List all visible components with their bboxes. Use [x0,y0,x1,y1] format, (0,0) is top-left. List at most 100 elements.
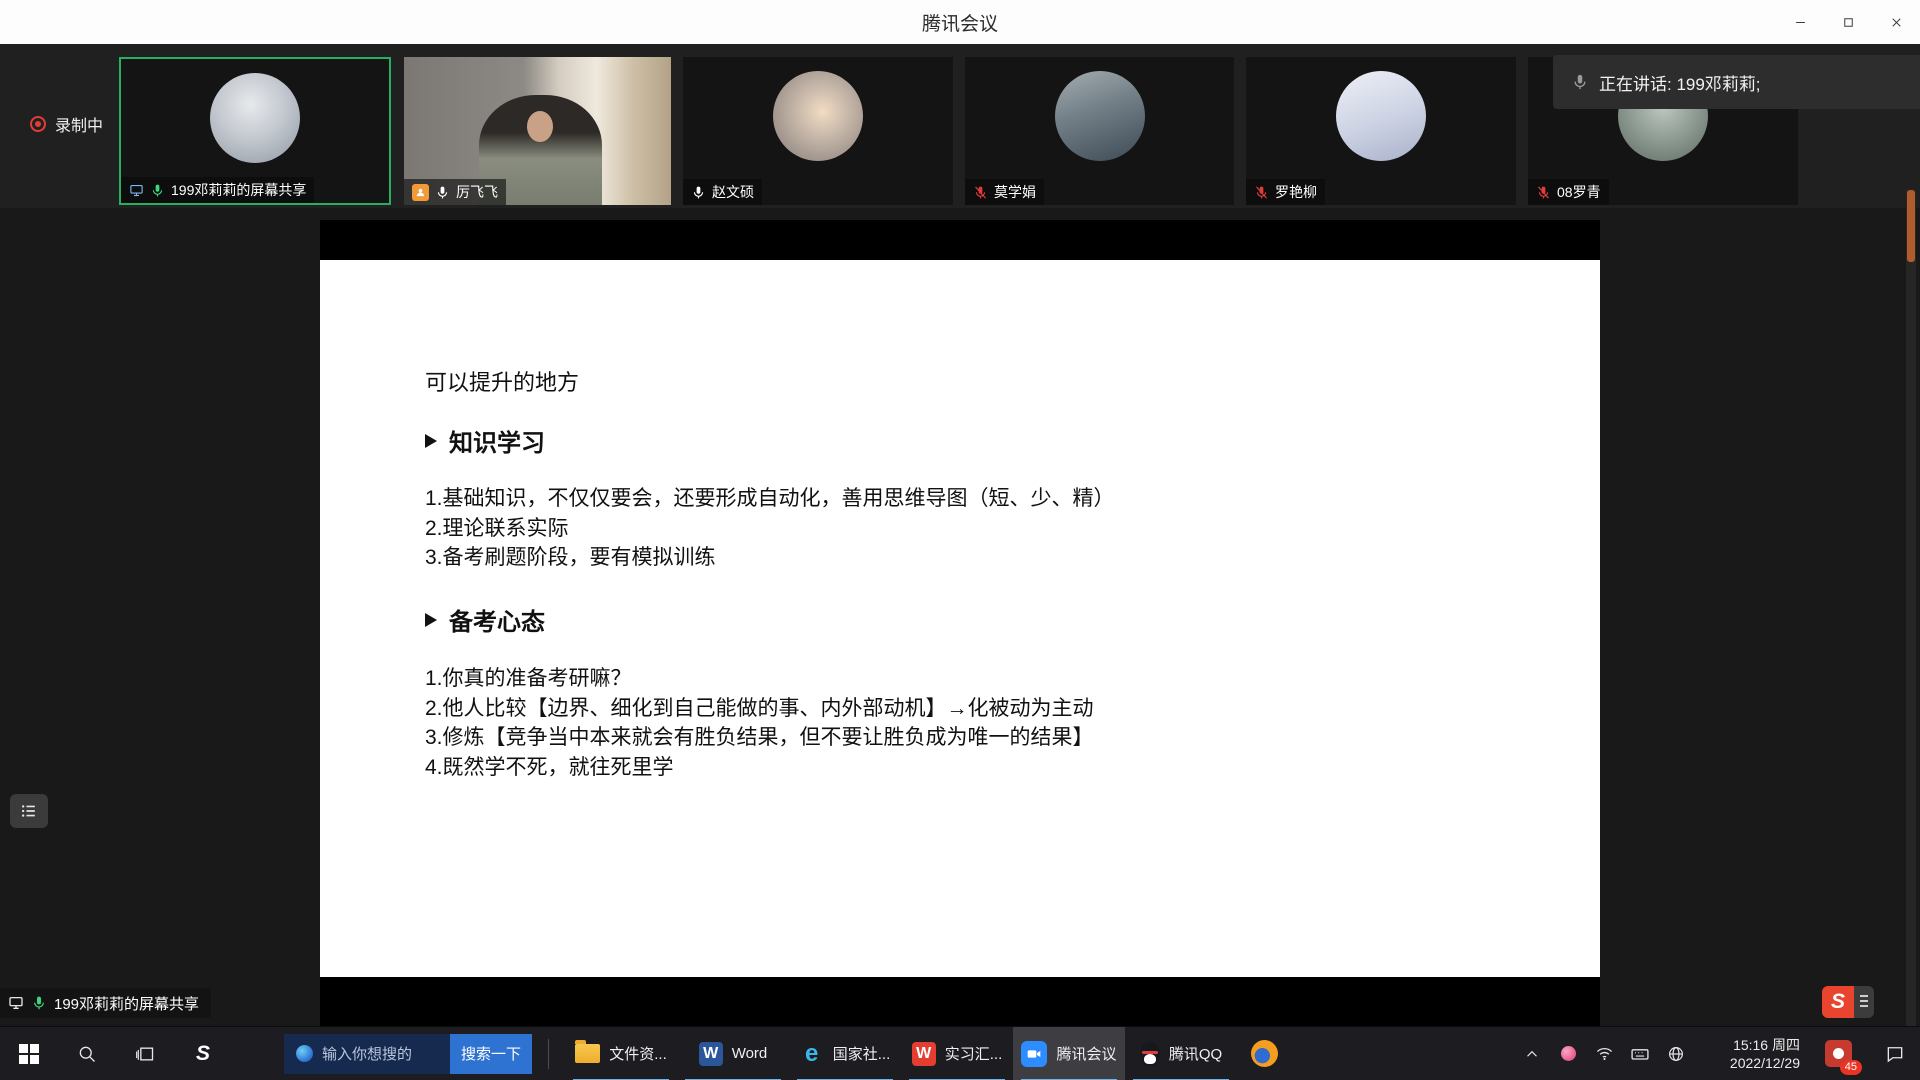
taskbar-app-wps[interactable]: W 实习汇... [901,1027,1013,1080]
active-speaker-banner: 正在讲话: 199邓莉莉; [1553,55,1920,109]
tray-app-icon [1561,1046,1576,1061]
list-item: 4.既然学不死，就往死里学 [425,753,1094,783]
action-center-icon [1885,1044,1905,1064]
arrow-bullet-icon [425,613,437,627]
wps-icon: W [912,1042,936,1066]
document-page: 可以提升的地方 知识学习 1.基础知识，不仅仅要会，还要形成自动化，善用思维导图… [320,260,1600,977]
list-icon [19,801,39,821]
taskbar-app-firefox[interactable] [1237,1027,1291,1080]
taskbar-app-qq[interactable]: 腾讯QQ [1125,1027,1237,1080]
section-heading-text: 备考心态 [449,602,545,637]
scrollbar[interactable] [1906,190,1916,1026]
member-list-toggle[interactable] [10,794,48,828]
tencent-meeting-window: 腾讯会议 录制中 199邓莉莉的屏幕共享 厉飞飞 [0,0,1920,1080]
list-item: 1.基础知识，不仅仅要会，还要形成自动化，善用思维导图（短、少、精） [425,484,1115,514]
keyboard-icon [1630,1044,1650,1064]
participant-tile[interactable]: 厉飞飞 [404,57,671,205]
participant-label: 08罗青 [1528,179,1609,205]
avatar [773,71,863,161]
participant-label: 厉飞飞 [404,179,506,205]
avatar [210,73,300,163]
wifi-icon [1595,1044,1614,1063]
tray-app-button[interactable] [1550,1027,1586,1080]
chevron-up-icon [1523,1045,1541,1063]
start-button[interactable] [0,1027,58,1080]
shared-document: 可以提升的地方 知识学习 1.基础知识，不仅仅要会，还要形成自动化，善用思维导图… [320,220,1600,1026]
tray-expand-button[interactable] [1514,1027,1550,1080]
participant-tile[interactable]: 莫学娟 [965,57,1234,205]
window-title: 腾讯会议 [922,9,998,36]
recording-label: 录制中 [55,112,103,136]
taskbar-search-button[interactable] [58,1027,116,1080]
section-list: 1.你真的准备考研嘛？ 2.他人比较【边界、细化到自己能做的事、内外部动机】→化… [425,664,1094,782]
list-item: 1.你真的准备考研嘛？ [425,664,1094,694]
scrollbar-thumb[interactable] [1907,190,1915,262]
mic-muted-icon [1536,185,1551,200]
avatar [1055,71,1145,161]
search-placeholder: 输入你想搜的 [322,1043,450,1064]
taskbar-app-internet-explorer[interactable]: e 国家社... [789,1027,901,1080]
taskbar-search-input[interactable]: 输入你想搜的 搜索一下 [284,1034,532,1074]
participant-name: 08罗青 [1557,182,1601,202]
language-button[interactable] [1658,1027,1694,1080]
taskbar-app-word[interactable]: W Word [677,1027,789,1080]
input-method-button[interactable] [1622,1027,1658,1080]
participant-name: 罗艳柳 [1275,182,1317,202]
sogou-browser-button[interactable]: S [174,1027,232,1080]
maximize-button[interactable] [1824,0,1872,44]
globe-icon [1667,1045,1685,1063]
participant-label: 199邓莉莉的屏幕共享 [121,177,314,203]
windows-taskbar: S 输入你想搜的 搜索一下 文件资... W Word e 国家社... W 实… [0,1026,1920,1080]
participant-tile[interactable]: 赵文硕 [683,57,953,205]
mic-muted-icon [973,185,988,200]
participants-strip: 录制中 199邓莉莉的屏幕共享 厉飞飞 赵文硕 [0,44,1920,208]
taskbar-separator [548,1039,549,1069]
slide-title: 可以提升的地方 [425,365,579,397]
recording-indicator: 录制中 [30,112,103,136]
participant-label: 赵文硕 [683,179,762,205]
participant-name: 赵文硕 [712,182,754,202]
screen-share-icon [8,995,24,1011]
search-submit-button[interactable]: 搜索一下 [450,1034,532,1074]
participant-name: 199邓莉莉的屏幕共享 [171,180,306,200]
participant-name: 厉飞飞 [456,182,498,202]
internet-explorer-icon: e [800,1042,824,1066]
participant-tile-screen-share[interactable]: 199邓莉莉的屏幕共享 [119,57,391,205]
record-icon [30,116,46,132]
sogou-s-icon: S [196,1042,210,1066]
taskbar-app-file-explorer[interactable]: 文件资... [565,1027,677,1080]
sogou-menu-icon[interactable] [1854,986,1874,1018]
task-view-icon [135,1044,155,1064]
action-center-button[interactable] [1870,1027,1920,1080]
section-heading: 知识学习 [425,423,545,458]
close-button[interactable] [1872,0,1920,44]
participant-label: 罗艳柳 [1246,179,1325,205]
host-badge-icon [412,184,429,201]
mic-icon [1571,73,1589,91]
search-engine-icon [296,1045,313,1062]
firefox-icon [1251,1040,1278,1067]
section-heading: 备考心态 [425,602,545,637]
sogou-input-indicator[interactable]: S [1822,986,1874,1018]
clock-date: 2022/12/29 [1694,1054,1800,1072]
windows-logo-icon [19,1044,39,1064]
arrow-bullet-icon [425,434,437,448]
active-speaker-text: 正在讲话: 199邓莉莉; [1599,70,1761,95]
taskbar-clock[interactable]: 15:16 周四 2022/12/29 [1694,1036,1806,1072]
list-item: 2.理论联系实际 [425,514,1115,544]
participant-tile[interactable]: 罗艳柳 [1246,57,1516,205]
tray-notification-app-button[interactable]: 45 [1806,1027,1870,1080]
participant-name: 莫学娟 [994,182,1036,202]
mic-muted-icon [1254,185,1269,200]
search-icon [77,1044,97,1064]
taskbar-app-tencent-meeting[interactable]: 腾讯会议 [1013,1027,1125,1080]
screen-share-banner-text: 199邓莉莉的屏幕共享 [54,993,199,1014]
mic-on-icon [691,185,706,200]
notification-count-badge: 45 [1840,1060,1862,1075]
mic-on-icon [31,995,47,1011]
task-view-button[interactable] [116,1027,174,1080]
screen-share-icon [129,183,144,198]
network-button[interactable] [1586,1027,1622,1080]
minimize-button[interactable] [1776,0,1824,44]
tencent-meeting-icon [1021,1041,1047,1067]
